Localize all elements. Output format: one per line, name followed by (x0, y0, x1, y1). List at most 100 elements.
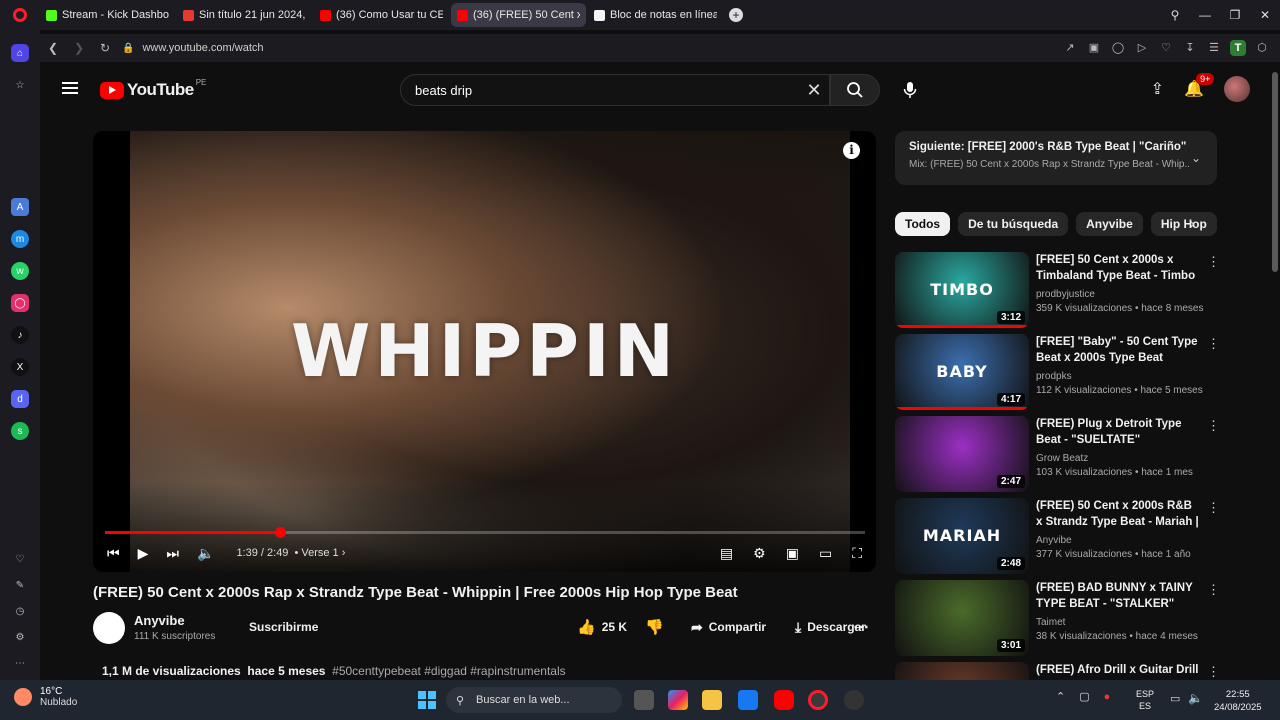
info-icon[interactable]: i (843, 142, 860, 159)
tiktok-icon[interactable]: ♪ (11, 326, 29, 344)
more-vert-icon[interactable]: ⋮ (1207, 336, 1220, 352)
hashtags[interactable]: #50centtypebeat #diggad #rapinstrumental… (332, 664, 566, 678)
recommendation-channel[interactable]: prodpks (1036, 371, 1201, 382)
settings-gear-icon[interactable]: ⚙ (753, 545, 766, 562)
more-vert-icon[interactable]: ⋮ (1207, 500, 1220, 516)
language-indicator[interactable]: ESP ES (1136, 688, 1154, 712)
thumbnail[interactable]: BABY 4:17 (895, 334, 1029, 410)
clear-search-icon[interactable]: ✕ (805, 81, 823, 99)
thumbnail[interactable] (895, 662, 1029, 680)
more-actions-icon[interactable]: ⋯ (853, 612, 869, 642)
profile-icon[interactable]: T (1230, 40, 1246, 56)
thumbnail[interactable]: 3:01 (895, 580, 1029, 656)
volume-icon[interactable]: 🔈 (197, 545, 214, 562)
notifications-button[interactable]: 🔔 9+ (1184, 73, 1215, 99)
clock[interactable]: 22:55 24/08/2025 (1214, 688, 1262, 714)
security-icon[interactable]: ● (1104, 691, 1111, 703)
voice-search-button[interactable] (898, 78, 922, 102)
youtube-logo[interactable]: YouTube PE (100, 78, 206, 100)
recommendation-channel[interactable]: prodbyjustice (1036, 289, 1201, 300)
share-page-icon[interactable]: ↗ (1062, 40, 1078, 56)
browser-tab[interactable]: Bloc de notas en línea - To (588, 3, 723, 27)
search-input[interactable] (415, 82, 795, 98)
filter-chip[interactable]: Hip Hop (1150, 212, 1217, 236)
fullscreen-icon[interactable]: ⛶ (852, 545, 862, 562)
channel-name[interactable]: Anyvibe (134, 613, 185, 628)
weather-widget[interactable]: 16°C Nublado (14, 686, 77, 708)
restore-button[interactable]: ❐ (1220, 8, 1250, 22)
recommendation-channel[interactable]: Grow Beatz (1036, 453, 1201, 464)
flow-icon[interactable]: ▷ (1134, 40, 1150, 56)
star-icon[interactable]: ☆ (11, 76, 29, 94)
aria-icon[interactable]: A (11, 198, 29, 216)
more-icon[interactable]: ⋯ (11, 654, 29, 672)
copilot-icon[interactable] (668, 690, 688, 710)
task-view-icon[interactable] (634, 690, 654, 710)
new-tab-button[interactable]: + (729, 8, 743, 22)
recommendation-item[interactable]: MARIAH 2:48 (FREE) 50 Cent x 2000s R&B x S… (895, 498, 1225, 574)
browser-tab[interactable]: Stream - Kick Dashboard (40, 3, 175, 27)
heart-bookmark-icon[interactable]: ♡ (1158, 40, 1174, 56)
progress-bar[interactable] (105, 527, 865, 538)
edit-icon[interactable]: ✎ (11, 576, 29, 594)
extensions-icon[interactable]: ⬡ (1254, 40, 1270, 56)
channel-avatar[interactable] (93, 612, 125, 644)
recommendation-item[interactable]: (FREE) Afro Drill x Guitar Drill ⋮ (895, 662, 1225, 680)
like-button[interactable]: 👍 25 K (577, 612, 627, 642)
download-icon[interactable]: ↧ (1182, 40, 1198, 56)
discord-icon[interactable]: d (11, 390, 29, 408)
play-icon[interactable]: ▶ (138, 545, 149, 562)
tray-chevron-icon[interactable]: ⌃ (1056, 690, 1065, 703)
shield-icon[interactable]: ◯ (1110, 40, 1126, 56)
recommendation-item[interactable]: 3:01 (FREE) BAD BUNNY x TAINY TYPE BEAT -… (895, 580, 1225, 656)
youtube-app-icon[interactable] (774, 690, 794, 710)
video-player[interactable]: WHIPPIN i ⏮ ▶ ⏭ 🔈 1:39 / 2:49 • Verse 1 … (93, 131, 876, 572)
recommendation-item[interactable]: TIMBO 3:12 [FREE] 50 Cent x 2000s x Timbal… (895, 252, 1225, 328)
subtitles-icon[interactable]: ▤ (720, 545, 733, 562)
x-icon[interactable]: X (11, 358, 29, 376)
menu-icon[interactable] (62, 82, 78, 94)
instagram-icon[interactable]: ◯ (11, 294, 29, 312)
thumbnail[interactable]: 2:47 (895, 416, 1029, 492)
filter-chip[interactable]: Todos (895, 212, 951, 236)
settings-icon[interactable]: ⚙ (11, 628, 29, 646)
network-icon[interactable]: ▢ (1079, 690, 1089, 703)
more-vert-icon[interactable]: ⋮ (1207, 254, 1220, 270)
more-vert-icon[interactable]: ⋮ (1207, 582, 1220, 598)
messenger-icon[interactable]: m (11, 230, 29, 248)
minimize-button[interactable]: — (1190, 8, 1220, 22)
recommendation-item[interactable]: 2:47 (FREE) Plug x Detroit Type Beat - "S… (895, 416, 1225, 492)
file-explorer-icon[interactable] (702, 690, 722, 710)
more-vert-icon[interactable]: ⋮ (1207, 664, 1220, 680)
recommendation-item[interactable]: BABY 4:17 [FREE] "Baby" - 50 Cent Type Bea… (895, 334, 1225, 410)
heart-icon[interactable]: ♡ (11, 550, 29, 568)
upload-icon[interactable]: ⇪ (1151, 79, 1164, 99)
description-summary[interactable]: 1,1 M de visualizaciones hace 5 meses #5… (102, 664, 566, 678)
camera-icon[interactable]: ▣ (1086, 40, 1102, 56)
opera-gx-icon[interactable] (844, 690, 864, 710)
account-avatar[interactable] (1224, 76, 1250, 102)
search-button[interactable] (830, 74, 880, 106)
menu-lines-icon[interactable]: ☰ (1206, 40, 1222, 56)
facebook-icon[interactable] (738, 690, 758, 710)
spotify-icon[interactable]: s (11, 422, 29, 440)
url-field[interactable]: www.youtube.com/watch (142, 42, 263, 54)
browser-tab[interactable]: Sin título 21 jun 2024, 15: (177, 3, 312, 27)
recommendation-channel[interactable]: Anyvibe (1036, 535, 1201, 546)
history-icon[interactable]: ◷ (11, 602, 29, 620)
windows-start-icon[interactable] (418, 691, 436, 709)
monitor-icon[interactable]: ▭ (1170, 692, 1180, 705)
up-next-card[interactable]: Siguiente: [FREE] 2000's R&B Type Beat |… (895, 131, 1217, 185)
chapter-label[interactable]: • Verse 1 › (294, 547, 345, 559)
forward-button[interactable]: ❯ (66, 41, 92, 55)
browser-tab[interactable]: (36) Como Usar tu CELULA (314, 3, 449, 27)
whatsapp-icon[interactable]: w (11, 262, 29, 280)
scrollbar[interactable] (1272, 72, 1278, 272)
share-button[interactable]: ➦ Compartir (691, 612, 766, 642)
chevron-down-icon[interactable]: ⌄ (1191, 151, 1201, 165)
theater-mode-icon[interactable]: ▭ (819, 545, 832, 562)
speaker-icon[interactable]: 🔈 (1188, 691, 1203, 705)
dislike-button[interactable]: 👎 (645, 612, 664, 642)
thumbnail[interactable]: MARIAH 2:48 (895, 498, 1029, 574)
miniplayer-icon[interactable]: ▣ (786, 545, 799, 562)
